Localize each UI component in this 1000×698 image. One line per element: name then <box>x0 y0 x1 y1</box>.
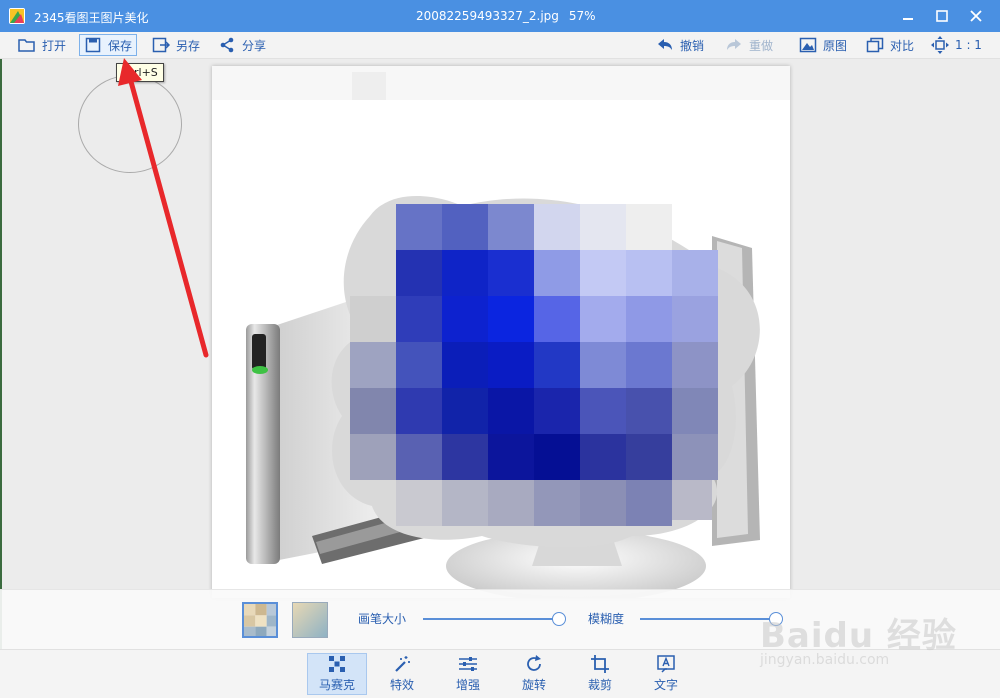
tab-text[interactable]: 文字 <box>636 653 696 695</box>
watermark-logo: Baidu 经验 <box>760 616 957 656</box>
tab-crop-label: 裁剪 <box>587 678 612 692</box>
tab-mosaic[interactable]: 马赛克 <box>307 653 367 695</box>
tab-rotate-label: 旋转 <box>521 678 546 692</box>
tab-crop[interactable]: 裁剪 <box>570 653 630 695</box>
brush-size-slider[interactable] <box>423 618 559 620</box>
brush-size-label: 画笔大小 <box>358 612 407 626</box>
tab-enhance-label: 增强 <box>455 678 480 692</box>
tab-rotate[interactable]: 旋转 <box>504 653 564 695</box>
mosaic-style-thumb-2[interactable] <box>292 602 328 638</box>
tab-mosaic-label: 马赛克 <box>318 678 355 692</box>
text-icon <box>656 655 676 673</box>
brush-size-knob[interactable] <box>552 612 566 626</box>
tab-effects[interactable]: 特效 <box>372 653 432 695</box>
tab-enhance[interactable]: 增强 <box>438 653 498 695</box>
mosaic-style-thumb-1[interactable] <box>242 602 278 638</box>
tab-effects-label: 特效 <box>389 678 414 692</box>
tab-text-label: 文字 <box>653 678 678 692</box>
magic-wand-icon <box>392 655 412 673</box>
mosaic-icon <box>327 655 347 673</box>
baidu-jingyan-watermark: Baidu 经验 jingyan.baidu.com <box>760 588 960 678</box>
blur-label: 模糊度 <box>588 612 625 626</box>
watermark-url: jingyan.baidu.com <box>760 652 890 668</box>
blur-slider[interactable] <box>640 618 776 620</box>
rotate-icon <box>524 655 544 673</box>
crop-icon <box>590 655 610 673</box>
sliders-icon <box>458 655 478 673</box>
